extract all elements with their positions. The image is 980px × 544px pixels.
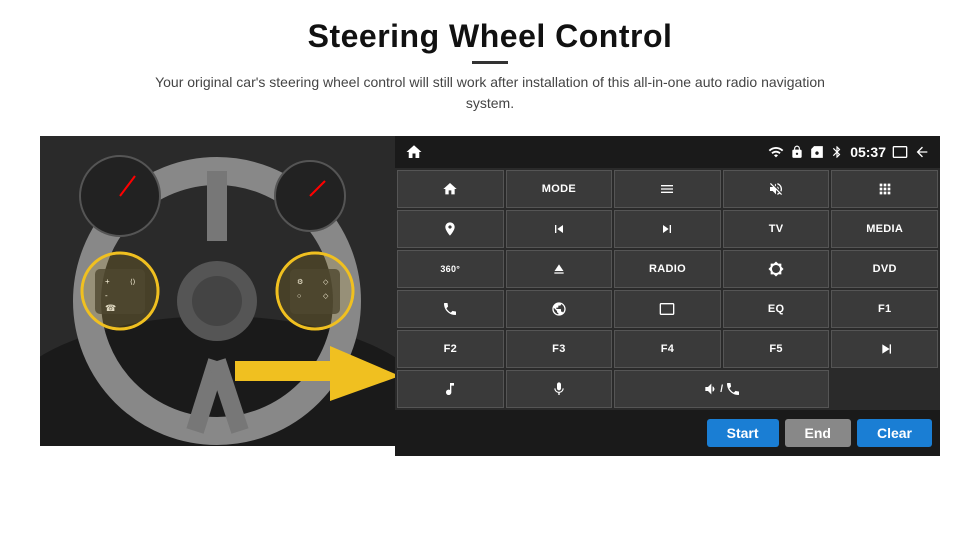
- btn-list[interactable]: [614, 170, 721, 208]
- button-grid: MODE: [395, 168, 940, 410]
- btn-empty: [831, 370, 938, 408]
- mirror-icon: [892, 144, 908, 160]
- btn-brightness[interactable]: [723, 250, 830, 288]
- btn-phone[interactable]: [397, 290, 504, 328]
- sim-icon: [810, 145, 824, 159]
- status-left: [405, 143, 423, 161]
- status-time: 05:37: [850, 144, 886, 160]
- prev-btn-icon: [551, 221, 567, 237]
- bluetooth-icon: [830, 145, 844, 159]
- btn-f4[interactable]: F4: [614, 330, 721, 368]
- btn-apps[interactable]: [831, 170, 938, 208]
- btn-home[interactable]: [397, 170, 504, 208]
- btn-window[interactable]: [614, 290, 721, 328]
- music-btn-icon: [442, 381, 458, 397]
- window-btn-icon: [659, 301, 675, 317]
- btn-f5[interactable]: F5: [723, 330, 830, 368]
- btn-mic[interactable]: [506, 370, 613, 408]
- list-btn-icon: [659, 181, 675, 197]
- brightness-btn-icon: [768, 261, 784, 277]
- mute-btn-icon: [768, 181, 784, 197]
- btn-f2[interactable]: F2: [397, 330, 504, 368]
- content-area: + ⟨⟩ - ☎ ⚙ ◇ ○ ◇: [40, 136, 940, 456]
- btn-browse[interactable]: [506, 290, 613, 328]
- btn-media[interactable]: MEDIA: [831, 210, 938, 248]
- btn-eq[interactable]: EQ: [723, 290, 830, 328]
- wifi-icon: [768, 144, 784, 160]
- vol-icon: [702, 381, 718, 397]
- btn-dvd[interactable]: DVD: [831, 250, 938, 288]
- start-button[interactable]: Start: [707, 419, 779, 447]
- page-container: Steering Wheel Control Your original car…: [0, 0, 980, 544]
- eject-btn-icon: [551, 261, 567, 277]
- btn-mute[interactable]: [723, 170, 830, 208]
- btn-tv[interactable]: TV: [723, 210, 830, 248]
- page-subtitle: Your original car's steering wheel contr…: [140, 72, 840, 114]
- nav-btn-icon: [442, 221, 458, 237]
- bottom-bar: Start End Clear: [395, 410, 940, 456]
- end-button[interactable]: End: [785, 419, 851, 447]
- title-divider: [472, 61, 508, 64]
- back-icon: [914, 144, 930, 160]
- btn-volphone[interactable]: /: [614, 370, 829, 408]
- btn-prev[interactable]: [506, 210, 613, 248]
- btn-nav[interactable]: [397, 210, 504, 248]
- btn-f3[interactable]: F3: [506, 330, 613, 368]
- home-btn-icon: [442, 181, 458, 197]
- btn-radio[interactable]: RADIO: [614, 250, 721, 288]
- apps-btn-icon: [877, 181, 893, 197]
- browse-btn-icon: [551, 301, 567, 317]
- android-panel: 05:37 MODE: [395, 136, 940, 456]
- btn-eject[interactable]: [506, 250, 613, 288]
- home-status-icon: [405, 143, 423, 161]
- mic-btn-icon: [551, 381, 567, 397]
- page-title: Steering Wheel Control: [140, 18, 840, 55]
- title-section: Steering Wheel Control Your original car…: [140, 18, 840, 128]
- lock-icon: [790, 145, 804, 159]
- status-bar: 05:37: [395, 136, 940, 168]
- btn-mode[interactable]: MODE: [506, 170, 613, 208]
- btn-f1[interactable]: F1: [831, 290, 938, 328]
- phone-btn-icon: [442, 301, 458, 317]
- btn-playpause[interactable]: [831, 330, 938, 368]
- car-image: + ⟨⟩ - ☎ ⚙ ◇ ○ ◇: [40, 136, 395, 446]
- status-icons: 05:37: [768, 144, 930, 160]
- btn-music[interactable]: [397, 370, 504, 408]
- playpause-btn-icon: [877, 341, 893, 357]
- phone-small-icon: [725, 381, 741, 397]
- clear-button[interactable]: Clear: [857, 419, 932, 447]
- next-btn-icon: [659, 221, 675, 237]
- btn-360cam[interactable]: 360°: [397, 250, 504, 288]
- btn-next[interactable]: [614, 210, 721, 248]
